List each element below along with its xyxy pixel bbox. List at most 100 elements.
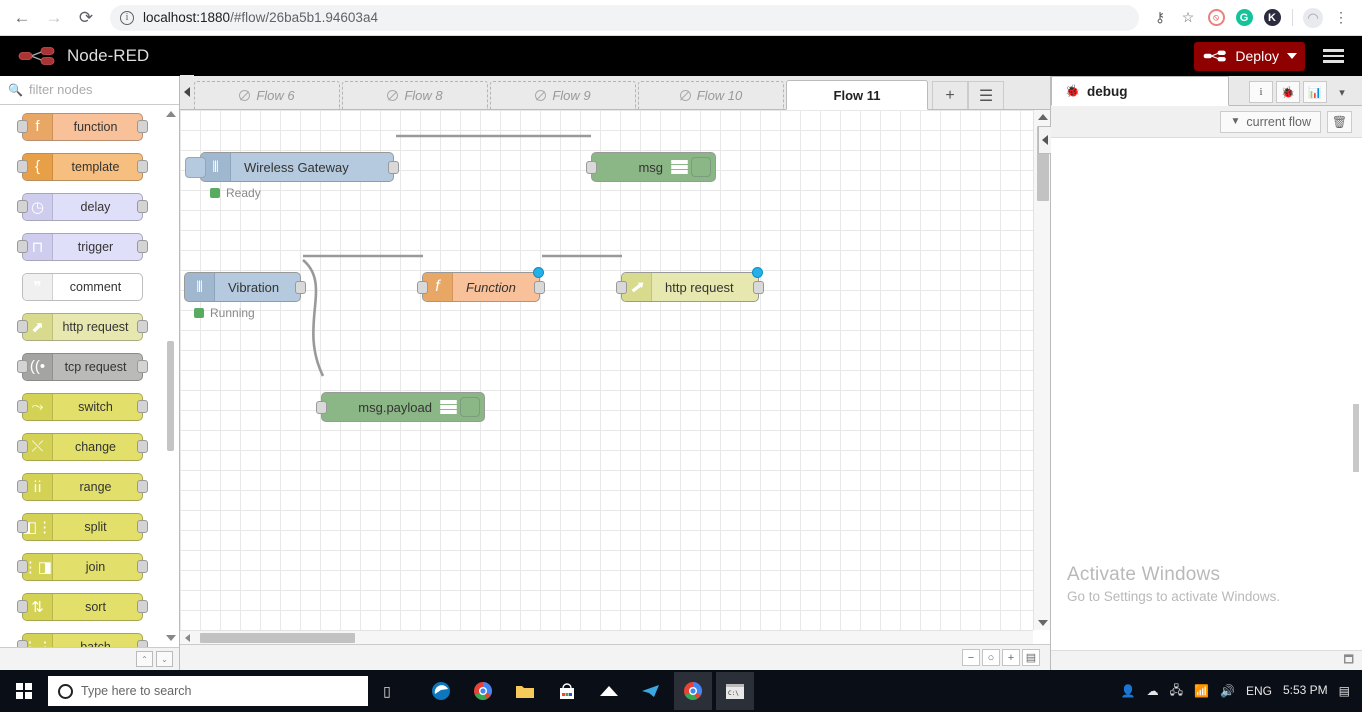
debug-toggle-button[interactable] xyxy=(691,157,711,177)
browser-forward-button[interactable]: → xyxy=(40,4,68,32)
node-input-port[interactable] xyxy=(616,281,627,294)
terminal-icon[interactable]: C:\ xyxy=(716,672,754,710)
palette-scroll-up-icon[interactable] xyxy=(166,110,176,117)
edge-icon[interactable] xyxy=(422,672,460,710)
address-bar[interactable]: i localhost:1880/#flow/26ba5b1.94603a4 xyxy=(110,4,1139,31)
palette-search[interactable]: 🔍 xyxy=(0,76,179,105)
sidebar-scroll-thumb[interactable] xyxy=(1353,404,1359,472)
node-input-port[interactable] xyxy=(586,161,597,174)
palette-node-sort[interactable]: ⇅ sort xyxy=(17,592,148,621)
palette-node-delay[interactable]: ◷ delay xyxy=(17,192,148,221)
tab-flow-8[interactable]: Flow 8 xyxy=(342,81,488,109)
node-output-port[interactable] xyxy=(753,281,764,294)
palette-scroll-thumb[interactable] xyxy=(167,340,174,451)
zoom-out-button[interactable]: − xyxy=(962,649,980,666)
bookmark-star-icon[interactable]: ☆ xyxy=(1175,5,1201,31)
task-view-icon[interactable]: ▯ xyxy=(368,672,406,710)
tab-flow-11[interactable]: Flow 11 xyxy=(786,80,928,110)
flow-node-msg-payload[interactable]: msg.payload xyxy=(316,392,485,422)
main-menu-button[interactable] xyxy=(1319,45,1348,67)
taskbar-search[interactable]: Type here to search xyxy=(48,676,368,706)
palette-node-trigger[interactable]: ⊓ trigger xyxy=(17,232,148,261)
palette-node-join[interactable]: ⋮◨ join xyxy=(17,552,148,581)
palette-node-template[interactable]: {template xyxy=(17,152,148,181)
sidebar-expand-icon[interactable]: 🗖 xyxy=(1344,651,1354,670)
profile-avatar[interactable]: ◠ xyxy=(1300,5,1326,31)
bug-icon[interactable]: 🐞 xyxy=(1276,81,1300,103)
chart-icon[interactable]: 📊 xyxy=(1303,81,1327,103)
network-icon[interactable]: 🖧 xyxy=(1170,681,1183,702)
node-button-port[interactable] xyxy=(185,157,206,178)
tab-scroll-left-button[interactable] xyxy=(180,75,194,109)
canvas-vertical-scrollbar[interactable] xyxy=(1033,110,1050,630)
wifi-icon[interactable]: 📶 xyxy=(1194,684,1209,698)
node-output-port[interactable] xyxy=(388,161,399,174)
chrome-menu-icon[interactable]: ⋮ xyxy=(1328,5,1354,31)
canvas-scroll-left-icon[interactable] xyxy=(180,633,194,642)
canvas-hscroll-thumb[interactable] xyxy=(200,633,355,643)
palette-node-split[interactable]: ◧⋮ split xyxy=(17,512,148,541)
telegram-icon[interactable] xyxy=(632,672,670,710)
palette-scrollbar[interactable] xyxy=(166,110,176,642)
flow-node-function[interactable]: f Function xyxy=(417,267,545,302)
tray-language[interactable]: ENG xyxy=(1246,684,1272,698)
debug-message-list[interactable]: Activate Windows Go to Settings to activ… xyxy=(1051,138,1362,650)
palette-node-function[interactable]: f function xyxy=(17,112,148,141)
chevron-down-icon[interactable]: ▾ xyxy=(1330,81,1354,103)
navigator-toggle-button[interactable]: ▤ xyxy=(1022,649,1040,666)
info-icon[interactable]: i xyxy=(1249,81,1273,103)
start-button[interactable] xyxy=(0,683,48,699)
chrome-active-icon[interactable] xyxy=(674,672,712,710)
palette-node-range[interactable]: ⅰⅰ range xyxy=(17,472,148,501)
zoom-in-button[interactable]: + xyxy=(1002,649,1020,666)
kaspersky-icon[interactable]: K xyxy=(1259,5,1285,31)
volume-icon[interactable]: 🔊 xyxy=(1220,684,1235,698)
flow-canvas[interactable]: ⦀ Wireless Gateway Ready msg ⦀ Vibration Runni… xyxy=(180,110,1033,630)
deploy-button[interactable]: Deploy xyxy=(1194,41,1305,71)
people-icon[interactable]: 👤 xyxy=(1121,684,1136,698)
store-icon[interactable] xyxy=(548,672,586,710)
flow-list-button[interactable]: ☰ xyxy=(968,81,1004,109)
palette-node-switch[interactable]: ⤳ switch xyxy=(17,392,148,421)
site-info-icon[interactable]: i xyxy=(120,10,134,25)
canvas-horizontal-scrollbar[interactable] xyxy=(180,630,1033,644)
browser-reload-button[interactable]: ⟳ xyxy=(72,4,100,32)
palette-node-batch[interactable]: ⋮⋮batch xyxy=(17,632,148,648)
filter-nodes-input[interactable] xyxy=(28,82,171,98)
canvas-scroll-down-icon[interactable] xyxy=(1034,616,1050,630)
adblock-icon[interactable]: ⦸ xyxy=(1203,5,1229,31)
zoom-reset-button[interactable]: ○ xyxy=(982,649,1000,666)
onedrive-icon[interactable]: ☁ xyxy=(1147,684,1159,698)
flow-node-msg[interactable]: msg xyxy=(586,152,716,182)
node-output-port[interactable] xyxy=(295,281,306,294)
palette-node-comment[interactable]: ❞ comment xyxy=(22,272,143,301)
node-input-port[interactable] xyxy=(417,281,428,294)
debug-filter-button[interactable]: ▼ current flow xyxy=(1220,110,1321,133)
key-icon[interactable]: ⚷ xyxy=(1147,5,1173,31)
mail-icon[interactable] xyxy=(590,672,628,710)
notification-icon[interactable]: ▤ xyxy=(1339,684,1350,698)
tab-debug[interactable]: 🐞 debug xyxy=(1051,76,1229,106)
palette-node-change[interactable]: ⤬ change xyxy=(17,432,148,461)
collapse-all-icon[interactable]: ⌃ xyxy=(136,651,153,668)
node-input-port[interactable] xyxy=(316,401,327,414)
flow-node-vibration[interactable]: ⦀ Vibration xyxy=(184,272,306,302)
expand-all-icon[interactable]: ⌄ xyxy=(156,651,173,668)
tab-flow-10[interactable]: Flow 10 xyxy=(638,81,784,109)
flow-node-wireless-gateway[interactable]: ⦀ Wireless Gateway xyxy=(185,152,399,182)
tab-flow-9[interactable]: Flow 9 xyxy=(490,81,636,109)
palette-collapse-button[interactable] xyxy=(1038,126,1051,154)
clear-debug-button[interactable]: 🗑 xyxy=(1327,110,1352,133)
chrome-icon[interactable] xyxy=(464,672,502,710)
grammarly-icon[interactable]: G xyxy=(1231,5,1257,31)
palette-node-http-request[interactable]: ⬈ http request xyxy=(17,312,148,341)
sidebar-scrollbar[interactable] xyxy=(1353,144,1360,622)
debug-toggle-button[interactable] xyxy=(460,397,480,417)
canvas-scroll-up-icon[interactable] xyxy=(1034,110,1050,124)
palette-scroll-down-icon[interactable] xyxy=(166,635,176,642)
flow-node-http-request[interactable]: ⬈ http request xyxy=(616,267,764,302)
palette-node-tcp-request[interactable]: ((• tcp request xyxy=(17,352,148,381)
add-flow-button[interactable]: + xyxy=(932,81,968,109)
deploy-dropdown-icon[interactable] xyxy=(1287,53,1297,59)
node-output-port[interactable] xyxy=(534,281,545,294)
